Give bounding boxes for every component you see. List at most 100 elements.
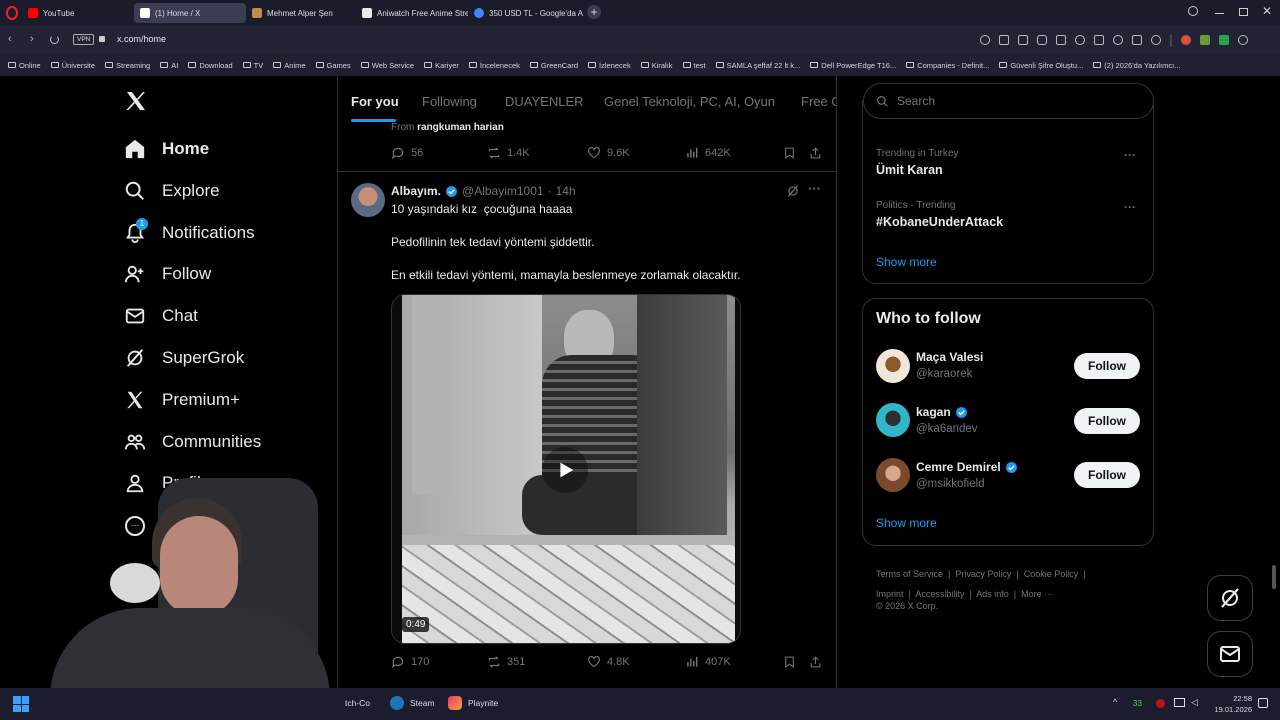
nav-premium[interactable]: Premium+ xyxy=(124,385,240,415)
taskbar-app-steam[interactable]: Steam xyxy=(390,696,435,710)
footer-link[interactable]: Privacy Policy xyxy=(955,569,1011,579)
bookmark-item[interactable]: Companies - Definit... xyxy=(906,61,989,70)
bookmark-item[interactable]: GreenCard xyxy=(529,61,578,70)
back-icon[interactable]: ‹ xyxy=(8,33,12,45)
bookmark-item[interactable]: SAMLA şeffaf 22 lt k... xyxy=(715,61,800,70)
taskbar-app[interactable]: tch-Co xyxy=(345,698,370,708)
nav-communities[interactable]: Communities xyxy=(124,427,261,457)
bookmark-item[interactable]: Kariyer xyxy=(424,61,459,70)
tab-youtube[interactable]: YouTube xyxy=(22,3,132,23)
footer-link[interactable]: Accessibility xyxy=(915,589,964,599)
tab-x-home[interactable]: (1) Home / X xyxy=(134,3,246,23)
repost-button[interactable]: 351 xyxy=(487,655,525,669)
forward-icon[interactable]: › xyxy=(30,33,34,45)
reload-icon[interactable] xyxy=(50,35,59,44)
grok-float-button[interactable] xyxy=(1207,575,1253,621)
reply-button[interactable]: 170 xyxy=(391,655,429,669)
url-field[interactable]: x.com/home xyxy=(117,34,166,44)
footer-link[interactable]: Imprint xyxy=(876,589,904,599)
opera-menu-icon[interactable] xyxy=(6,6,18,20)
close-icon[interactable]: ✕ xyxy=(1262,4,1272,18)
like-button[interactable]: 4.8K xyxy=(587,655,630,669)
bookmark-item[interactable]: Streaming xyxy=(105,61,150,70)
vpn-badge[interactable]: VPN xyxy=(73,34,95,45)
bookmark-item[interactable]: (2) 2026'da Yazılımcı... xyxy=(1093,61,1180,70)
new-tab-button[interactable]: + xyxy=(587,5,601,19)
notification-center-icon[interactable] xyxy=(1258,698,1268,708)
tab-genel-teknoloji[interactable]: Genel Teknoloji, PC, AI, Oyun xyxy=(604,94,775,109)
tweet-video[interactable]: 0:49 xyxy=(391,294,741,644)
tab-following[interactable]: Following xyxy=(422,94,477,109)
avatar[interactable] xyxy=(351,183,385,217)
suggested-user[interactable]: Cemre Demirel @msikkofield xyxy=(916,460,1018,490)
tab-for-you[interactable]: For you xyxy=(351,94,399,109)
trends-show-more[interactable]: Show more xyxy=(876,255,937,269)
footer-link[interactable]: More ··· xyxy=(1021,589,1053,599)
author-handle[interactable]: @Albayim1001 xyxy=(462,184,544,198)
nav-explore[interactable]: Explore xyxy=(124,176,220,206)
bookmark-item[interactable]: Üniversite xyxy=(50,61,95,70)
bookmark-item[interactable]: Dell PowerEdge T16... xyxy=(810,61,896,70)
tab-google[interactable]: 350 USD TL - Google'da A xyxy=(468,3,584,23)
suggested-user[interactable]: Maça Valesi @karaorek xyxy=(916,350,983,380)
scrollbar[interactable] xyxy=(1272,565,1276,589)
x-logo-icon[interactable] xyxy=(124,89,148,113)
tab-aniwatch[interactable]: Aniwatch Free Anime Stre xyxy=(356,3,468,23)
taskbar-app-playnite[interactable]: Playnite xyxy=(448,696,498,710)
bookmark-item[interactable]: Online xyxy=(8,61,41,70)
nav-home[interactable]: Home xyxy=(124,134,209,164)
bookmark-item[interactable]: Anime xyxy=(273,61,306,70)
follow-button[interactable]: Follow xyxy=(1074,408,1140,434)
share-icon[interactable] xyxy=(809,655,822,669)
like-button[interactable]: 9.6K xyxy=(587,146,630,160)
bookmark-item[interactable]: AI xyxy=(160,61,178,70)
play-button[interactable] xyxy=(542,447,588,493)
maximize-icon[interactable] xyxy=(1239,8,1248,16)
tab-duayenler[interactable]: DUAYENLER xyxy=(505,94,584,109)
nav-follow[interactable]: Follow xyxy=(124,259,211,289)
tab-free[interactable]: Free G xyxy=(801,94,836,109)
bookmark-icon[interactable] xyxy=(783,146,796,160)
search-tabs-icon[interactable] xyxy=(1188,6,1198,16)
bookmark-item[interactable]: İzlenecek xyxy=(588,61,631,70)
views-button[interactable]: 407K xyxy=(685,655,731,669)
avatar[interactable] xyxy=(876,458,910,492)
author-name[interactable]: Albayım. xyxy=(391,184,441,198)
tray-app-icon[interactable] xyxy=(1156,699,1165,708)
trend-more-icon[interactable]: ··· xyxy=(1124,148,1136,162)
bookmark-item[interactable]: Güvenli Şifre Oluştu... xyxy=(999,61,1083,70)
trend-item[interactable]: Politics · Trending #KobaneUnderAttack xyxy=(876,200,1003,229)
views-button[interactable]: 642K xyxy=(685,146,731,160)
share-icon[interactable] xyxy=(809,146,822,160)
tweet-time[interactable]: 14h xyxy=(556,184,576,198)
suggested-user[interactable]: kagan @ka6andev xyxy=(916,405,978,435)
who-show-more[interactable]: Show more xyxy=(876,516,937,530)
bookmark-item[interactable]: TV xyxy=(242,61,263,70)
windows-start-icon[interactable] xyxy=(13,696,29,712)
footer-link[interactable]: Terms of Service xyxy=(876,569,943,579)
avatar[interactable] xyxy=(876,349,910,383)
minimize-icon[interactable] xyxy=(1215,13,1224,14)
reply-button[interactable]: 56 xyxy=(391,146,423,160)
bookmark-icon[interactable] xyxy=(783,655,796,669)
footer-link[interactable]: Cookie Policy xyxy=(1024,569,1079,579)
messages-float-button[interactable] xyxy=(1207,631,1253,677)
trend-item[interactable]: Trending in Turkey Ümit Karan xyxy=(876,148,958,177)
repost-button[interactable]: 1.4K xyxy=(487,146,530,160)
tray-count[interactable]: 33 xyxy=(1133,699,1142,708)
nav-notifications[interactable]: 1 Notifications xyxy=(124,218,255,248)
bookmark-item[interactable]: Download xyxy=(188,61,233,70)
trend-more-icon[interactable]: ··· xyxy=(1124,200,1136,214)
bookmark-item[interactable]: test xyxy=(682,61,706,70)
bookmark-item[interactable]: Kiralık xyxy=(640,61,673,70)
tray-chevron-icon[interactable]: ^ xyxy=(1113,697,1117,707)
tab-mehmet[interactable]: Mehmet Alper Şen xyxy=(246,3,356,23)
follow-button[interactable]: Follow xyxy=(1074,353,1140,379)
clock[interactable]: 22:58 19.01.2026 xyxy=(1212,693,1252,715)
nav-supergrok[interactable]: SuperGrok xyxy=(124,343,244,373)
from-name[interactable]: rangkuman harian xyxy=(417,122,504,133)
footer-link[interactable]: Ads info xyxy=(976,589,1009,599)
avatar[interactable] xyxy=(876,403,910,437)
follow-button[interactable]: Follow xyxy=(1074,462,1140,488)
grok-icon[interactable] xyxy=(786,184,800,198)
